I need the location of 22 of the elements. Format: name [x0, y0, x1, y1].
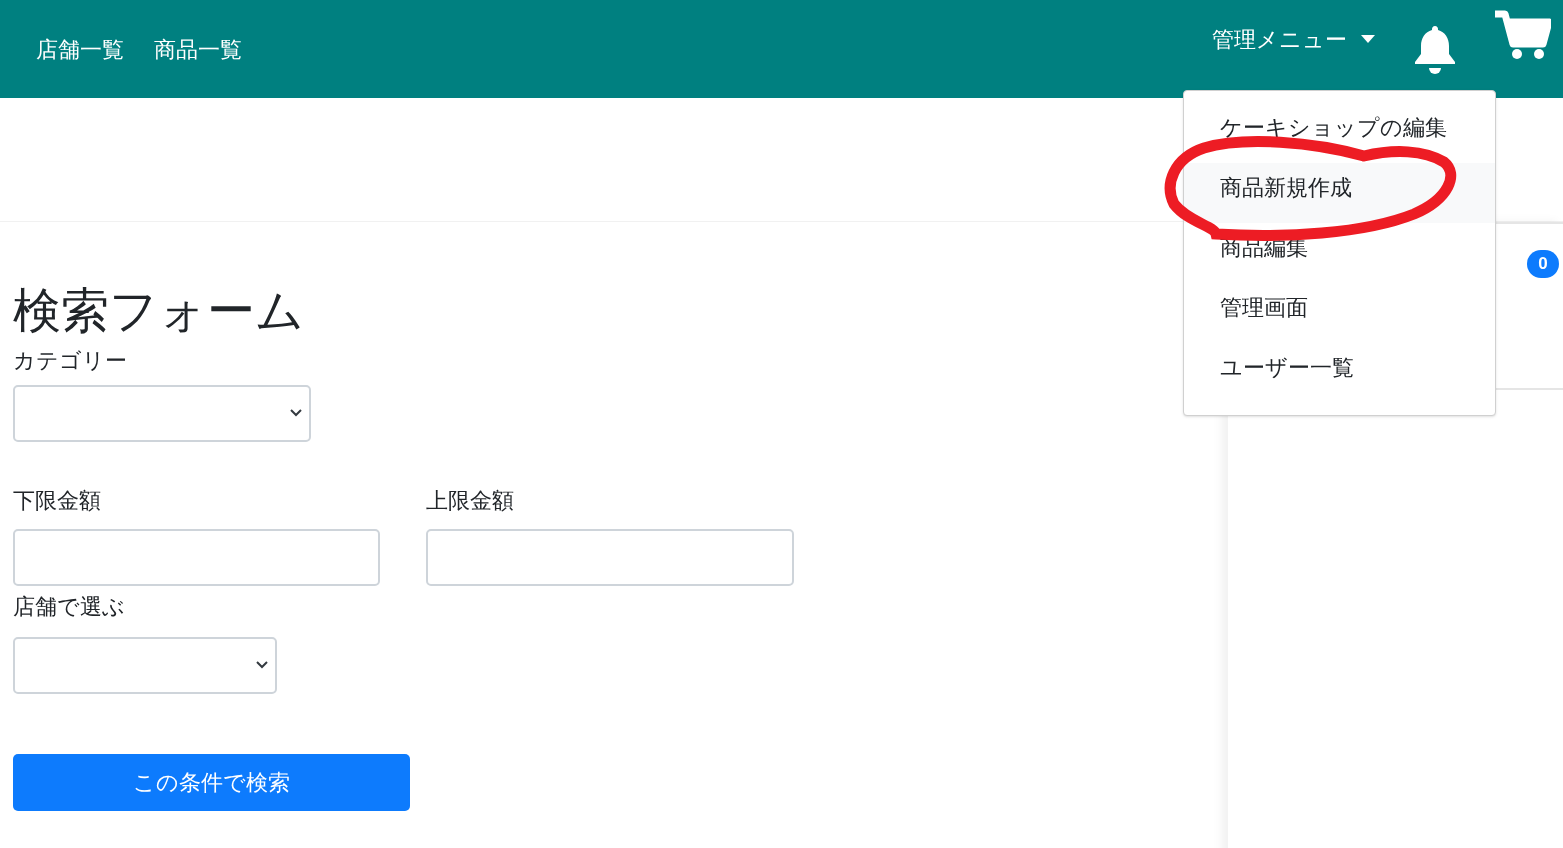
field-label: 店舗で選ぶ [13, 592, 125, 621]
nav-link[interactable]: 店舗一覧 [36, 32, 124, 66]
form-title: 検索フォーム [13, 283, 304, 339]
shop-select[interactable] [13, 636, 277, 694]
chevron-down-icon [289, 408, 303, 419]
chevron-down-icon [255, 660, 269, 671]
cart-icon[interactable] [1495, 10, 1551, 60]
admin-menu-toggle[interactable]: 管理メニュー [1212, 22, 1375, 56]
field-label: 上限金額 [426, 486, 514, 515]
dropdown-item[interactable]: 管理画面 [1184, 283, 1495, 343]
field-label: 下限金額 [13, 486, 101, 515]
dropdown-item[interactable]: 商品新規作成 [1184, 163, 1495, 223]
nav-link[interactable]: 商品一覧 [154, 32, 242, 66]
search-button[interactable]: この条件で検索 [13, 753, 410, 811]
min-price-input[interactable] [13, 528, 380, 586]
bell-icon[interactable] [1413, 24, 1457, 74]
category-select[interactable] [13, 384, 311, 442]
count-badge: 0 [1527, 250, 1559, 278]
max-price-input[interactable] [426, 528, 794, 586]
caret-icon [1361, 35, 1375, 43]
dropdown-item[interactable]: ユーザー一覧 [1184, 343, 1495, 403]
field-label: カテゴリー [13, 346, 127, 375]
